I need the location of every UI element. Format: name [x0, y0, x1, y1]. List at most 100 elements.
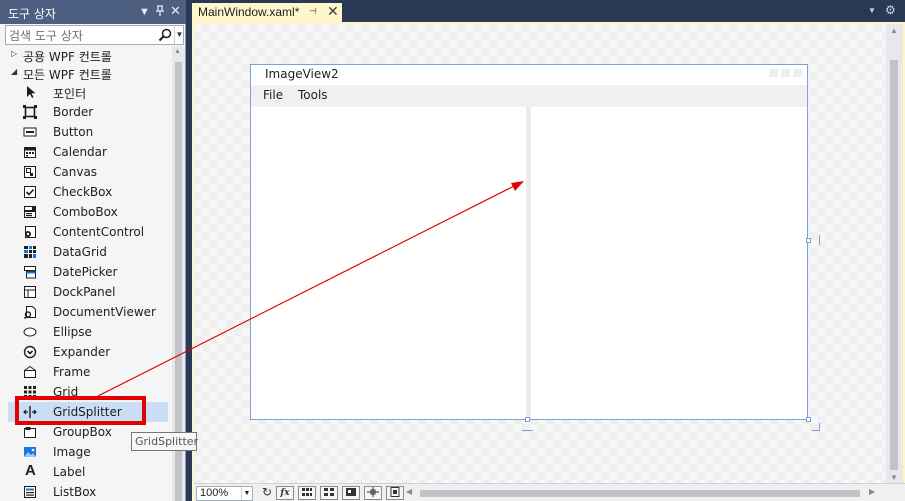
- datagrid-icon: [23, 245, 37, 259]
- design-window-imageview2[interactable]: ImageView2 File Tools: [250, 64, 808, 420]
- zoom-combobox[interactable]: 100% ▼: [196, 486, 253, 501]
- groupbox-icon: [23, 425, 37, 439]
- combobox-icon: [23, 205, 37, 219]
- adorner-tick: [522, 430, 533, 431]
- toolbox-item-canvas[interactable]: Canvas: [8, 162, 168, 182]
- tab-list-chevron-icon[interactable]: ▼: [868, 6, 876, 15]
- collapse-arrow-icon[interactable]: ◢: [11, 67, 17, 76]
- design-window-titlebar: ImageView2: [251, 65, 807, 85]
- tab-label: MainWindow.xaml*: [198, 5, 300, 19]
- frame-icon: [23, 365, 37, 379]
- toolbox-panel: 도구 상자 ▼ ✕ ▼ ▷ 공용 WPF 컨트롤 ◢ 모든 WPF 컨트롤 포인…: [0, 0, 186, 501]
- toolbox-item-combobox[interactable]: ComboBox: [8, 202, 168, 222]
- scroll-right-arrow-icon[interactable]: ▶: [869, 487, 875, 496]
- border-icon: [23, 105, 37, 119]
- toolbox-item-label: 포인터: [53, 87, 87, 101]
- datepicker-icon: [23, 265, 37, 279]
- document-tab-bar: MainWindow.xaml* ⊣ ✕ ▼ ⚙: [192, 0, 905, 23]
- toolbox-item-label: Canvas: [53, 165, 98, 179]
- toolbox-title: 도구 상자: [8, 7, 56, 21]
- scroll-up-arrow-icon[interactable]: ▲: [890, 26, 898, 35]
- resize-handle-bottom-right[interactable]: [806, 417, 811, 422]
- adorner-tick: [819, 423, 820, 431]
- toolbox-item-pointer[interactable]: 포인터: [8, 82, 168, 102]
- designer-bottom-toolbar: 100% ▼ ↻ fx ◀ ▶: [194, 483, 905, 501]
- resize-handle-bottom[interactable]: [525, 417, 530, 422]
- tab-mainwindow-xaml[interactable]: MainWindow.xaml* ⊣ ✕: [192, 3, 342, 23]
- designer-vertical-scrollbar[interactable]: ▲ ▼: [886, 24, 903, 487]
- scroll-left-arrow-icon[interactable]: ◀: [406, 487, 412, 496]
- maximize-icon: [781, 69, 790, 77]
- tooltip: GridSplitter: [131, 432, 198, 451]
- toolbox-search[interactable]: ▼: [5, 25, 184, 45]
- search-input[interactable]: [9, 28, 157, 43]
- scroll-up-arrow-icon[interactable]: ▲: [174, 48, 181, 55]
- label-icon: A: [25, 462, 36, 479]
- toolbox-item-ellipse[interactable]: Ellipse: [8, 322, 168, 342]
- gear-icon[interactable]: ⚙: [885, 3, 896, 17]
- resize-handle-right[interactable]: [806, 238, 811, 243]
- dockpanel-icon: [23, 285, 37, 299]
- toolbox-item-contentcontrol[interactable]: ContentControl: [8, 222, 168, 242]
- menu-file[interactable]: File: [263, 88, 283, 102]
- toolbox-item-label: ComboBox: [53, 205, 118, 219]
- button-icon: [23, 125, 37, 139]
- toolbox-group-common[interactable]: ▷ 공용 WPF 컨트롤: [0, 46, 172, 64]
- tab-close-icon[interactable]: ✕: [327, 3, 339, 20]
- scrollbar-thumb[interactable]: [420, 490, 860, 497]
- designer-horizontal-scrollbar[interactable]: ◀ ▶: [406, 487, 876, 499]
- snap-grid-icon[interactable]: [320, 486, 338, 500]
- toolbox-item-label: Image: [53, 445, 91, 459]
- scrollbar-thumb[interactable]: [890, 60, 898, 470]
- grid-splitter[interactable]: [526, 107, 531, 419]
- canvas-icon: [23, 165, 37, 179]
- toolbox-item-button[interactable]: Button: [8, 122, 168, 142]
- toolbox-item-label: Expander: [53, 345, 111, 359]
- toolbox-pin-icon[interactable]: [155, 5, 165, 21]
- scroll-down-arrow-icon[interactable]: ▼: [890, 473, 898, 482]
- toolbox-item-label: Frame: [53, 365, 91, 379]
- tab-pin-icon[interactable]: ⊣: [309, 6, 317, 17]
- search-icon[interactable]: [158, 28, 172, 42]
- expander-icon: [23, 345, 37, 359]
- snap-to-lines-icon[interactable]: [364, 486, 382, 500]
- menu-tools[interactable]: Tools: [298, 88, 328, 102]
- zoom-value: 100%: [200, 487, 229, 499]
- chevron-down-icon[interactable]: ▼: [241, 487, 252, 500]
- toolbox-item-label: Ellipse: [53, 325, 92, 339]
- expand-arrow-icon[interactable]: ▷: [11, 49, 17, 58]
- toolbox-item-datepicker[interactable]: DatePicker: [8, 262, 168, 282]
- device-preview-icon[interactable]: [386, 486, 404, 500]
- toolbox-item-calendar[interactable]: Calendar: [8, 142, 168, 162]
- close-icon: [793, 69, 802, 77]
- artboard-background-icon[interactable]: [342, 486, 360, 500]
- toolbox-item-border[interactable]: Border: [8, 102, 168, 122]
- design-window-grid[interactable]: [251, 107, 807, 419]
- toolbox-item-dockpanel[interactable]: DockPanel: [8, 282, 168, 302]
- grid-toggle-icon[interactable]: [298, 486, 316, 500]
- formula-button[interactable]: fx: [276, 486, 294, 500]
- toolbox-item-label: DataGrid: [53, 245, 107, 259]
- toolbox-item-listbox[interactable]: ListBox: [8, 482, 168, 501]
- toolbox-item-frame[interactable]: Frame: [8, 362, 168, 382]
- toolbox-dropdown-icon[interactable]: ▼: [139, 5, 150, 19]
- search-options-chevron-icon[interactable]: ▼: [174, 26, 184, 44]
- toolbox-item-label[interactable]: A Label: [8, 462, 168, 482]
- contentcontrol-icon: [23, 225, 37, 239]
- toolbox-item-label: DockPanel: [53, 285, 116, 299]
- toolbox-item-datagrid[interactable]: DataGrid: [8, 242, 168, 262]
- calendar-icon: [23, 145, 37, 159]
- refresh-icon[interactable]: ↻: [258, 486, 276, 500]
- listbox-icon: [23, 485, 37, 499]
- toolbox-close-icon[interactable]: ✕: [170, 4, 181, 18]
- toolbox-item-documentviewer[interactable]: DocumentViewer: [8, 302, 168, 322]
- toolbox-item-expander[interactable]: Expander: [8, 342, 168, 362]
- toolbox-item-label: Label: [53, 465, 86, 479]
- toolbox-item-label: CheckBox: [53, 185, 113, 199]
- toolbox-item-label: Button: [53, 125, 94, 139]
- documentviewer-icon: [23, 305, 37, 320]
- toolbox-item-checkbox[interactable]: CheckBox: [8, 182, 168, 202]
- toolbox-item-label: Border: [53, 105, 94, 119]
- toolbox-group-all[interactable]: ◢ 모든 WPF 컨트롤: [0, 64, 172, 82]
- group-label: 공용 WPF 컨트롤: [23, 50, 112, 64]
